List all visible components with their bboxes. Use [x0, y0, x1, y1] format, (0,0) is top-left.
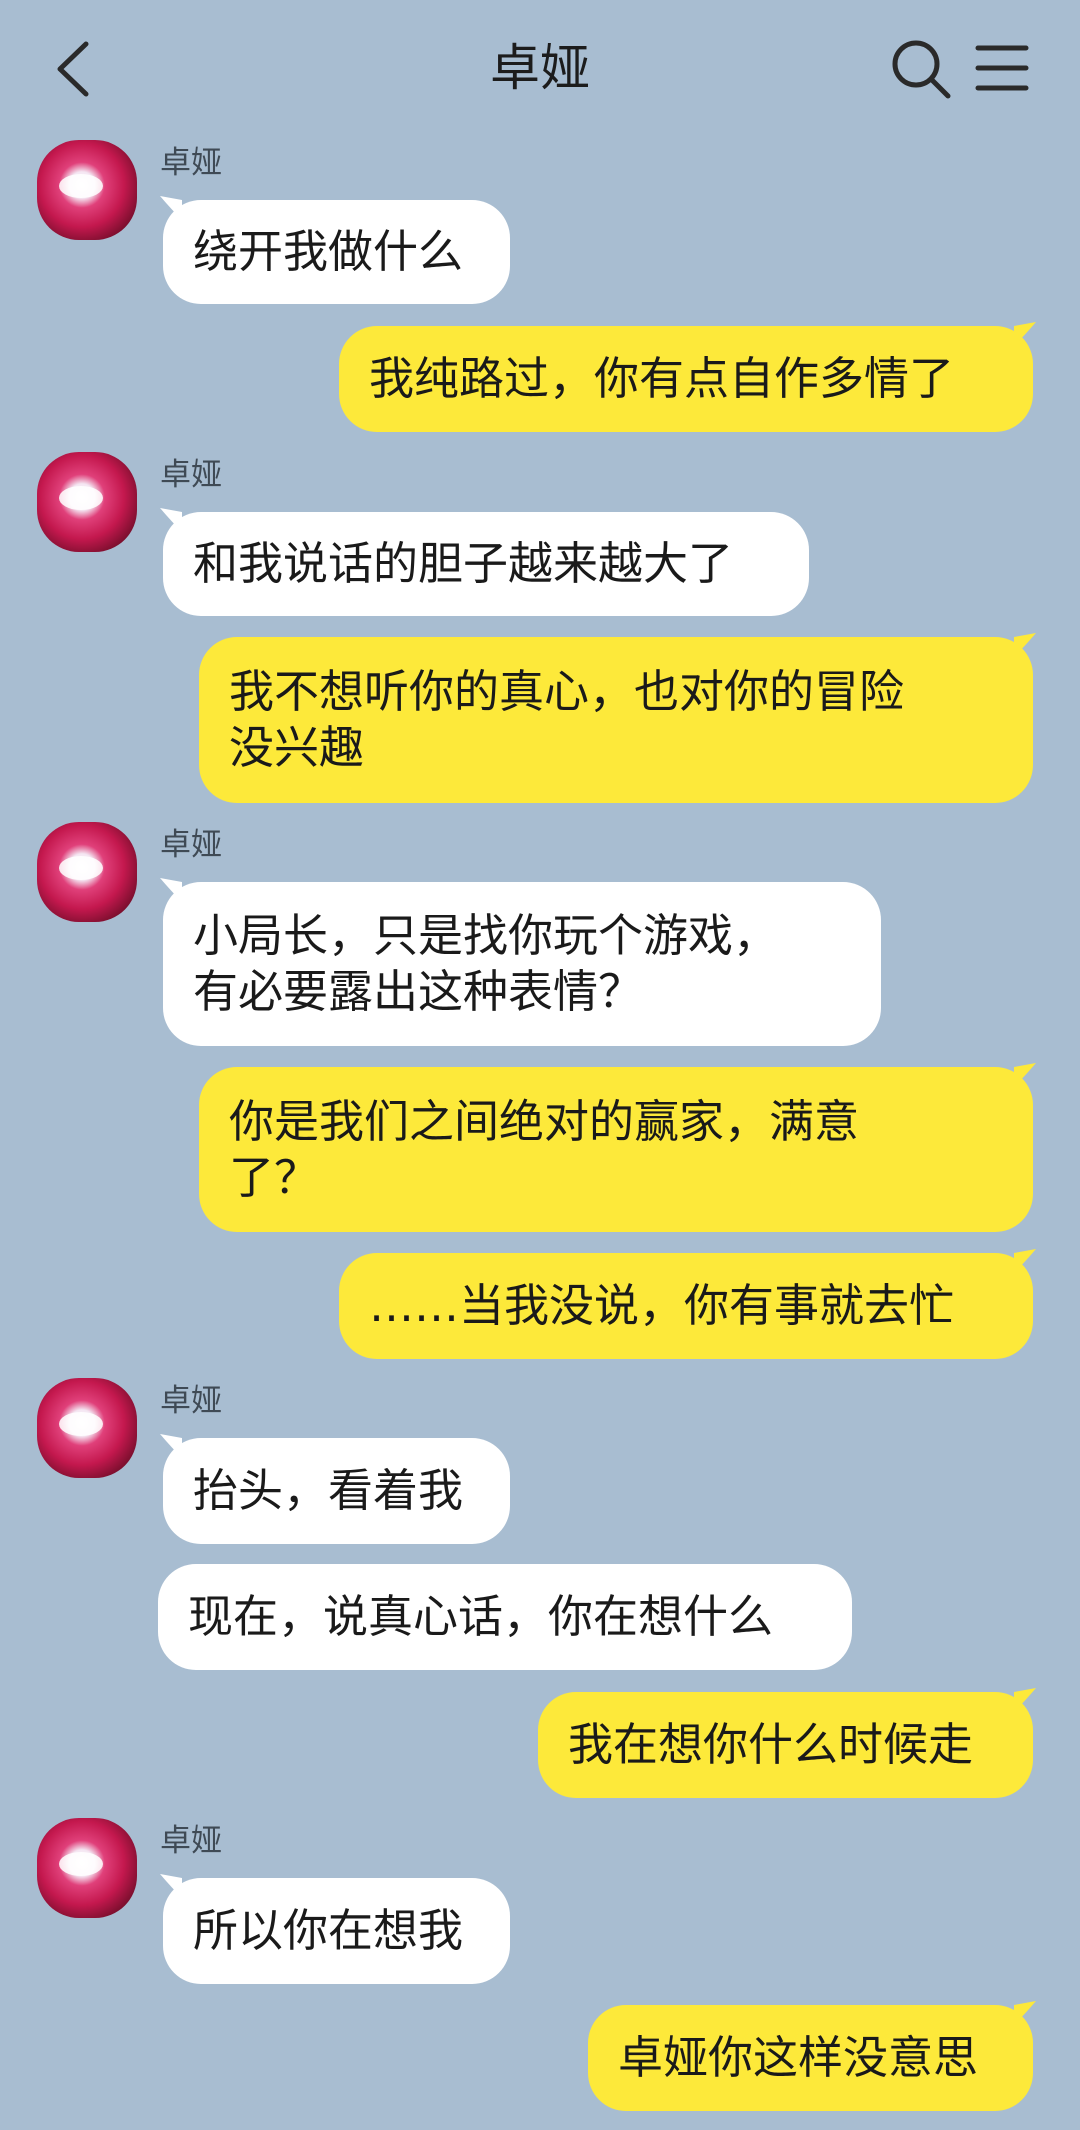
bubble-tail	[1014, 2001, 1036, 2025]
chat-header: 卓娅	[0, 0, 1080, 140]
sender-name: 卓娅	[160, 827, 222, 863]
bubble-tail	[1014, 1063, 1036, 1087]
contact-avatar[interactable]	[37, 452, 137, 552]
message-bubble-incoming[interactable]: 现在，说真心话，你在想什么	[158, 1564, 852, 1670]
search-icon	[892, 40, 951, 99]
sender-name: 卓娅	[160, 1823, 222, 1859]
message-bubble-incoming[interactable]: 小局长，只是找你玩个游戏， 有必要露出这种表情？	[163, 882, 881, 1046]
message-bubble-outgoing[interactable]: 我纯路过，你有点自作多情了	[339, 326, 1033, 432]
bubble-tail	[1014, 1688, 1036, 1712]
search-button[interactable]	[888, 36, 954, 102]
contact-avatar[interactable]	[37, 1378, 137, 1478]
contact-avatar[interactable]	[37, 822, 137, 922]
message-bubble-outgoing[interactable]: 你是我们之间绝对的赢家，满意 了？	[199, 1067, 1033, 1232]
sender-name: 卓娅	[160, 457, 222, 493]
message-bubble-incoming[interactable]: 所以你在想我	[163, 1878, 510, 1984]
message-bubble-incoming[interactable]: 绕开我做什么	[163, 200, 510, 304]
message-bubble-outgoing[interactable]: ……当我没说，你有事就去忙	[339, 1253, 1033, 1359]
bubble-tail	[1014, 322, 1036, 346]
contact-avatar[interactable]	[37, 140, 137, 240]
menu-icon	[975, 45, 1029, 91]
contact-avatar[interactable]	[37, 1818, 137, 1918]
message-bubble-outgoing[interactable]: 我在想你什么时候走	[538, 1692, 1033, 1798]
message-bubble-outgoing[interactable]: 我不想听你的真心，也对你的冒险 没兴趣	[199, 637, 1033, 803]
message-bubble-incoming[interactable]: 抬头，看着我	[163, 1438, 510, 1544]
message-bubble-incoming[interactable]: 和我说话的胆子越来越大了	[163, 512, 809, 616]
menu-button[interactable]	[974, 42, 1030, 94]
message-bubble-outgoing[interactable]: 卓娅你这样没意思	[588, 2005, 1033, 2111]
sender-name: 卓娅	[160, 145, 222, 181]
bubble-tail	[1014, 1249, 1036, 1273]
sender-name: 卓娅	[160, 1383, 222, 1419]
bubble-tail	[1014, 633, 1036, 657]
